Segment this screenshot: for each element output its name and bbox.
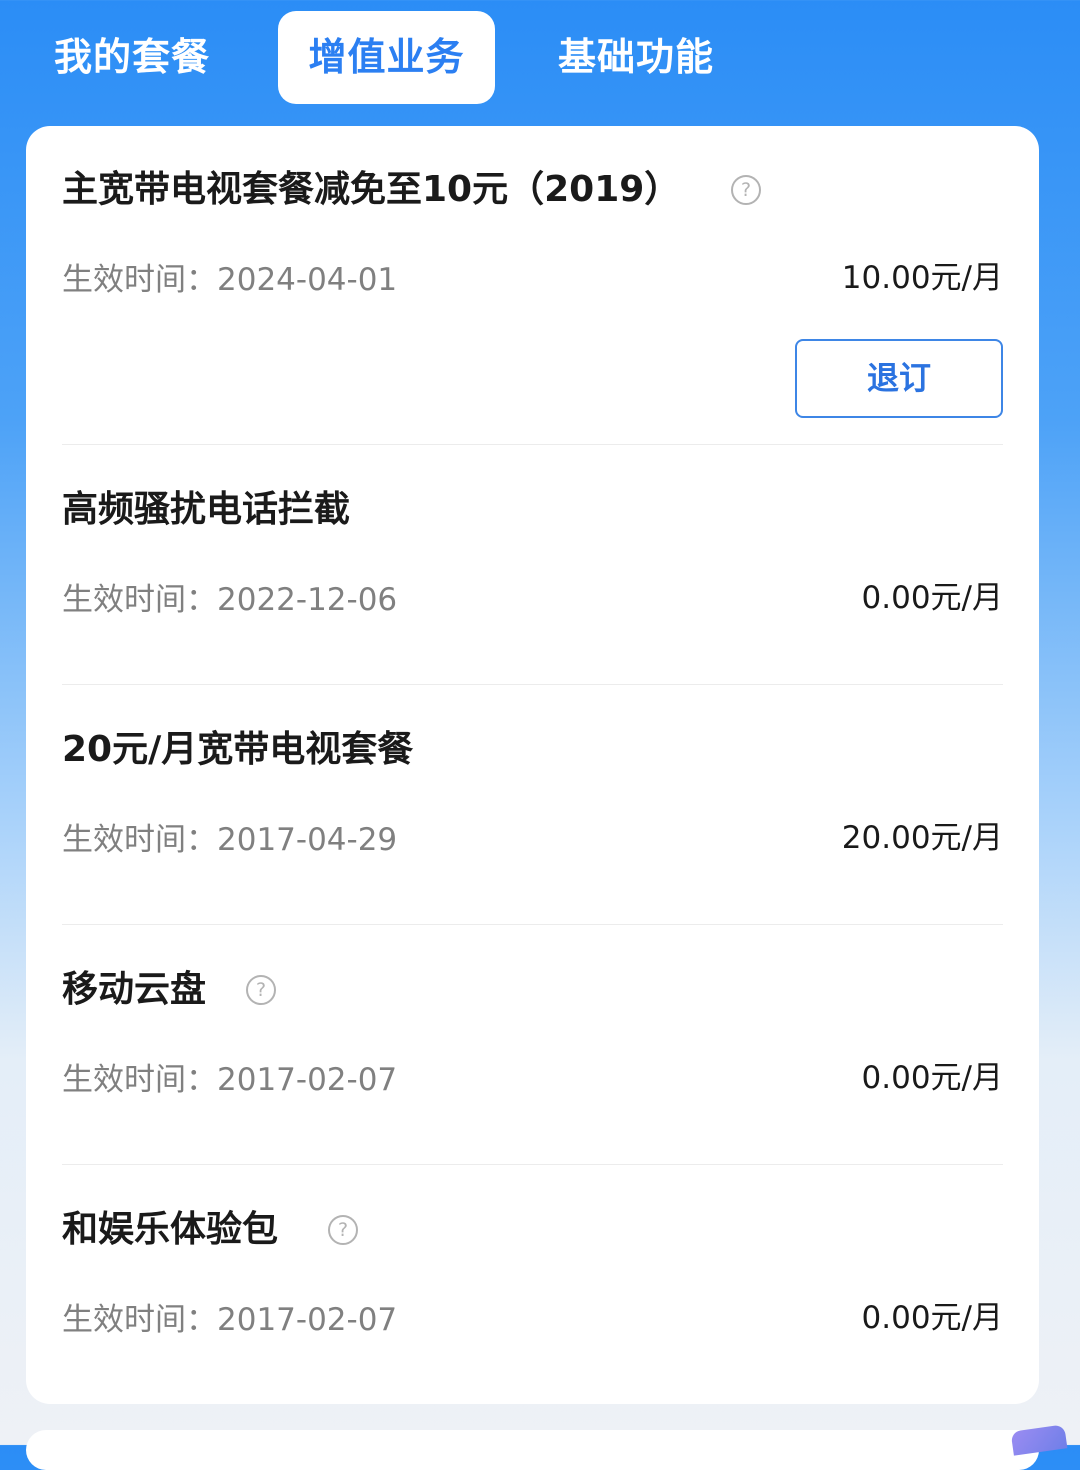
service-effective-date: 生效时间：2017-02-07 <box>62 1062 398 1098</box>
divider <box>62 924 1003 925</box>
tab-bar: 我的套餐 增值业务 基础功能 <box>0 0 1080 126</box>
help-icon[interactable]: ? <box>328 1215 358 1245</box>
service-item: 移动云盘 ? 生效时间：2017-02-07 0.00元/月 <box>62 960 1003 1160</box>
service-effective-date: 生效时间：2024-04-01 <box>62 262 398 298</box>
service-title: 主宽带电视套餐减免至10元（2019） <box>62 169 681 210</box>
service-title: 20元/月宽带电视套餐 <box>62 729 414 770</box>
service-item: 20元/月宽带电视套餐 生效时间：2017-04-29 20.00元/月 <box>62 720 1003 920</box>
unsubscribe-button[interactable]: 退订 <box>795 339 1003 418</box>
service-effective-date: 生效时间：2017-02-07 <box>62 1302 398 1338</box>
divider <box>62 684 1003 685</box>
help-icon[interactable]: ? <box>731 175 761 205</box>
service-effective-date: 生效时间：2022-12-06 <box>62 582 398 618</box>
service-item: 高频骚扰电话拦截 生效时间：2022-12-06 0.00元/月 <box>62 480 1003 680</box>
service-price: 0.00元/月 <box>861 580 1003 616</box>
service-price: 0.00元/月 <box>861 1300 1003 1336</box>
service-title: 移动云盘 <box>62 969 207 1010</box>
service-effective-date: 生效时间：2017-04-29 <box>62 822 398 858</box>
tab-basic-functions[interactable]: 基础功能 <box>558 11 714 104</box>
service-price: 10.00元/月 <box>841 260 1003 296</box>
divider <box>62 444 1003 445</box>
service-title: 高频骚扰电话拦截 <box>62 489 351 530</box>
service-item: 和娱乐体验包 ? 生效时间：2017-02-07 0.00元/月 <box>62 1200 1003 1400</box>
tab-value-added-services[interactable]: 增值业务 <box>278 11 495 104</box>
divider <box>62 1164 1003 1165</box>
next-card <box>26 1430 1039 1470</box>
tab-my-plan[interactable]: 我的套餐 <box>54 11 210 104</box>
service-price: 20.00元/月 <box>841 820 1003 856</box>
service-list-card: 主宽带电视套餐减免至10元（2019） ? 生效时间：2024-04-01 10… <box>26 126 1039 1404</box>
service-price: 0.00元/月 <box>861 1060 1003 1096</box>
service-title: 和娱乐体验包 <box>62 1209 279 1250</box>
help-icon[interactable]: ? <box>246 975 276 1005</box>
